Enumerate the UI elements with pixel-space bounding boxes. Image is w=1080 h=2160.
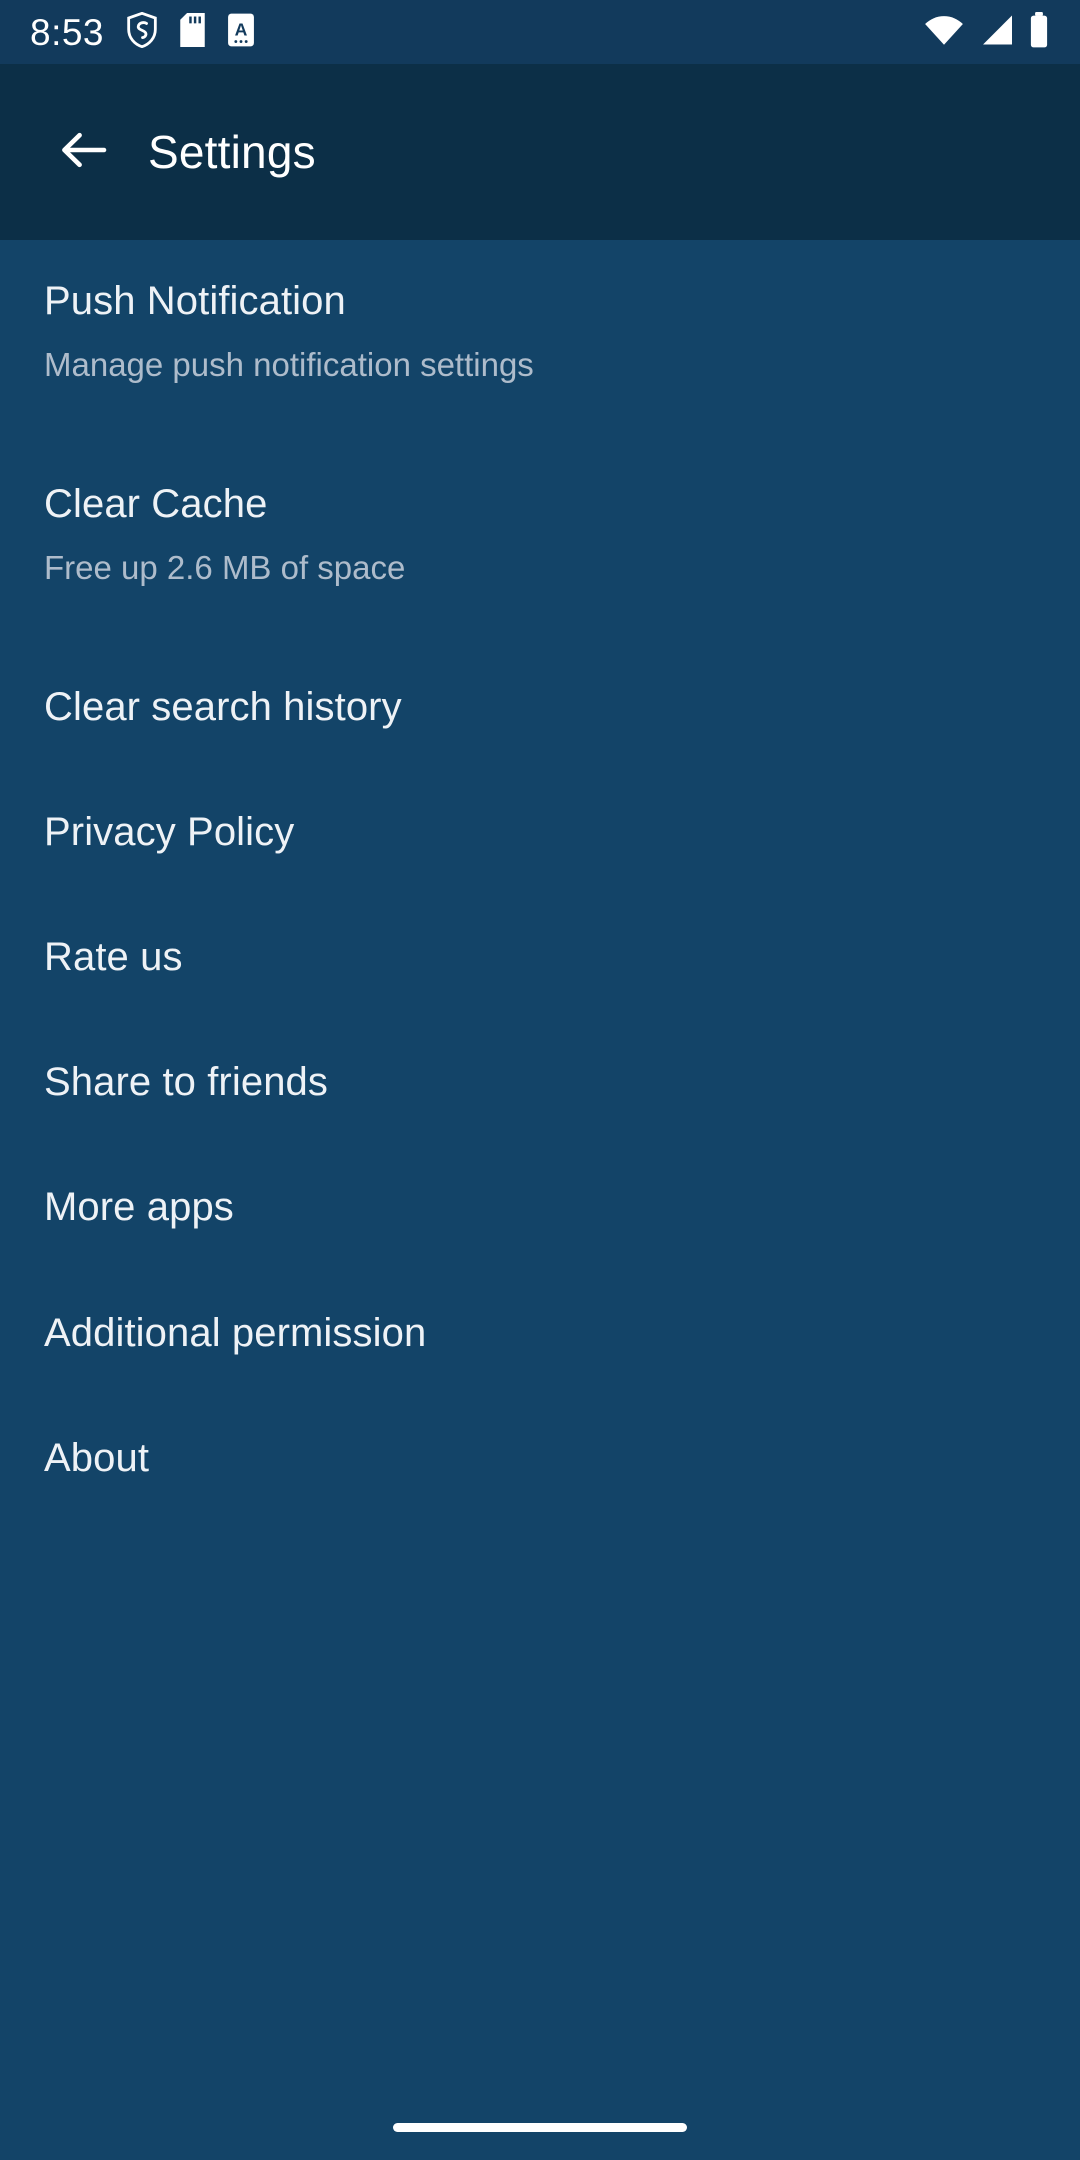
status-bar-left-group: 8:53 A bbox=[30, 11, 255, 53]
settings-item-more-apps[interactable]: More apps bbox=[0, 1184, 1080, 1231]
settings-item-title: Privacy Policy bbox=[44, 809, 295, 854]
text-document-icon: A bbox=[227, 13, 255, 52]
settings-item-rate-us[interactable]: Rate us bbox=[0, 934, 1080, 981]
cellular-signal-icon bbox=[978, 14, 1014, 51]
shield-icon bbox=[126, 11, 158, 53]
settings-item-push-notification[interactable]: Push Notification Manage push notificati… bbox=[0, 278, 1080, 385]
sd-card-icon bbox=[180, 12, 205, 52]
home-gesture-pill[interactable] bbox=[393, 2122, 687, 2132]
svg-text:A: A bbox=[235, 19, 248, 39]
settings-item-subtitle: Free up 2.6 MB of space bbox=[44, 548, 406, 586]
settings-item-clear-search-history[interactable]: Clear search history bbox=[0, 684, 1080, 731]
settings-item-title: About bbox=[44, 1435, 150, 1480]
settings-list: Push Notification Manage push notificati… bbox=[0, 240, 1080, 1482]
status-bar-clock: 8:53 bbox=[30, 11, 105, 53]
navigation-bar bbox=[0, 2094, 1080, 2160]
arrow-left-icon bbox=[58, 124, 110, 181]
phone-screen: 8:53 A Settings Push Notification Manage… bbox=[0, 0, 1080, 2160]
settings-item-about[interactable]: About bbox=[0, 1435, 1080, 1482]
settings-item-title: Clear search history bbox=[44, 684, 402, 729]
settings-item-title: Rate us bbox=[44, 934, 183, 979]
back-button[interactable] bbox=[30, 98, 138, 206]
settings-item-title: Push Notification bbox=[44, 279, 346, 323]
settings-item-title: Clear Cache bbox=[44, 481, 268, 526]
battery-icon bbox=[1028, 11, 1050, 53]
status-bar-right-group bbox=[924, 11, 1050, 53]
settings-item-title: More apps bbox=[44, 1185, 234, 1230]
page-title: Settings bbox=[148, 126, 316, 178]
status-bar: 8:53 A bbox=[0, 0, 1080, 64]
app-bar: Settings bbox=[0, 64, 1080, 240]
settings-item-privacy-policy[interactable]: Privacy Policy bbox=[0, 809, 1080, 856]
settings-item-share-to-friends[interactable]: Share to friends bbox=[0, 1059, 1080, 1106]
settings-item-additional-permission[interactable]: Additional permission bbox=[0, 1310, 1080, 1357]
settings-item-title: Share to friends bbox=[44, 1060, 328, 1105]
settings-item-title: Additional permission bbox=[44, 1310, 427, 1355]
settings-item-subtitle: Manage push notification settings bbox=[44, 346, 534, 384]
wifi-icon bbox=[924, 14, 964, 51]
settings-item-clear-cache[interactable]: Clear Cache Free up 2.6 MB of space bbox=[0, 481, 1080, 588]
